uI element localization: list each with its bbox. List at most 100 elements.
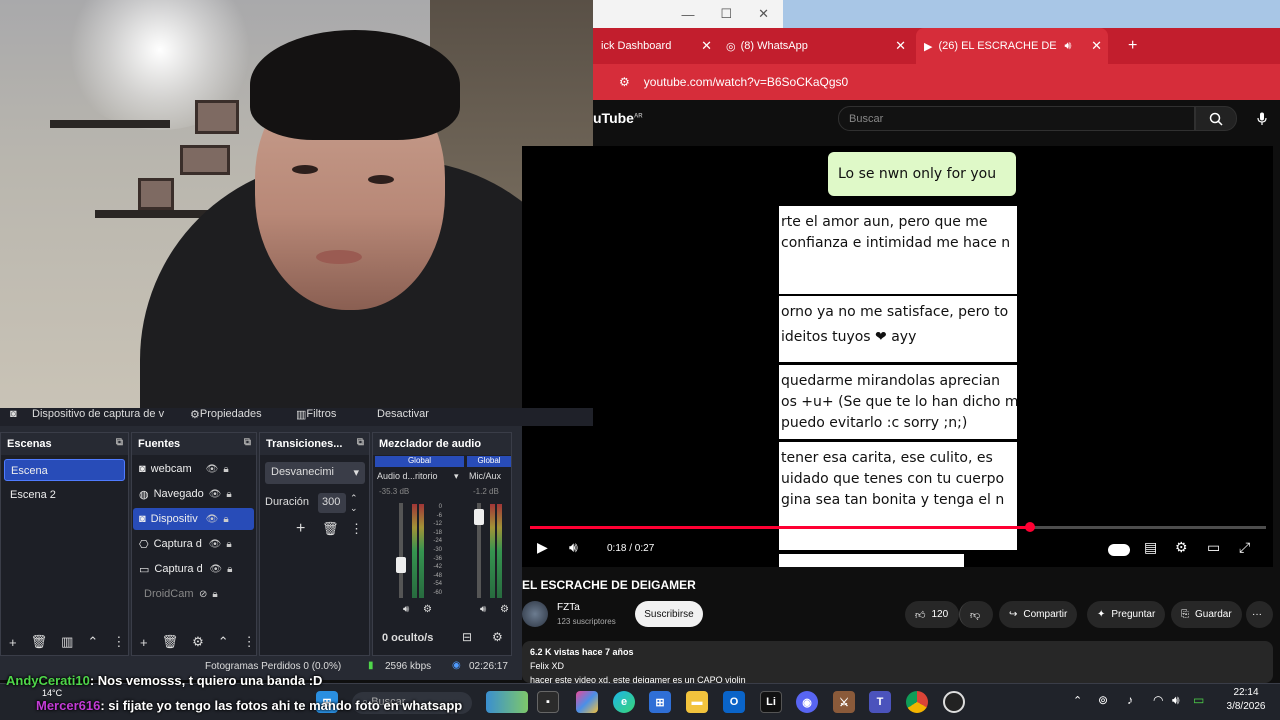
settings-icon[interactable]: ⚙ [1175, 539, 1188, 556]
tab-whatsapp[interactable]: ◎ (8) WhatsApp ✕ [718, 28, 912, 64]
lock-icon[interactable]: 🔒︎ [223, 514, 228, 525]
close-tab-icon[interactable]: ✕ [1091, 38, 1102, 54]
transition-select[interactable]: Desvanecimi ▾ [265, 462, 365, 484]
close-tab-icon[interactable]: ✕ [895, 38, 906, 54]
visibility-icon[interactable]: 👁︎ [206, 514, 219, 525]
source-item-capture-device[interactable]: ◙ Dispositiv 👁︎ 🔒︎ [133, 508, 254, 530]
play-icon[interactable]: ▶ [537, 539, 548, 556]
theater-mode-icon[interactable]: ▭ [1207, 539, 1220, 556]
lock-icon[interactable]: 🔒︎ [223, 464, 228, 475]
search-button[interactable] [1195, 106, 1237, 131]
lock-icon[interactable]: 🔒︎ [226, 539, 231, 550]
subscribe-button[interactable]: Suscribirse [635, 601, 703, 627]
ask-button[interactable]: ✦ Preguntar [1087, 601, 1166, 628]
trash-icon[interactable]: 🗑︎ [322, 521, 339, 537]
speaker-icon[interactable]: 🔊︎ [1064, 40, 1071, 53]
autoplay-toggle-icon[interactable] [1108, 544, 1130, 556]
menu-icon[interactable]: ⋮ [243, 634, 256, 650]
speaker-icon[interactable]: 🔊︎ [403, 604, 409, 615]
subtitles-icon[interactable]: ▤ [1144, 539, 1157, 556]
channel-avatar[interactable] [522, 601, 548, 627]
add-icon[interactable]: + [140, 635, 148, 650]
edge-icon[interactable]: e [613, 691, 635, 713]
game-icon[interactable]: ⚔ [833, 691, 855, 713]
source-item-browser[interactable]: ◍ Navegado 👁︎ 🔒︎ [133, 483, 254, 505]
lock-icon[interactable]: 🔒︎ [227, 564, 232, 575]
source-item-droidcam[interactable]: DroidCam ⊘ 🔒︎ [133, 583, 254, 605]
maximize-icon[interactable]: ☐ [720, 6, 732, 22]
trash-icon[interactable]: 🗑︎ [162, 634, 179, 650]
minimize-icon[interactable]: — [681, 7, 694, 22]
microphone-icon[interactable]: ♪ [1127, 693, 1133, 707]
volume-fader[interactable] [399, 503, 403, 598]
add-transition-icon[interactable]: + [296, 520, 305, 538]
lock-icon[interactable]: 🔒︎ [212, 589, 217, 600]
trash-icon[interactable]: 🗑︎ [31, 634, 48, 650]
add-icon[interactable]: + [9, 635, 17, 650]
chevron-up-icon[interactable]: ⌃ [87, 634, 98, 650]
battery-icon[interactable]: ▭ [1193, 693, 1204, 707]
mixer-layout-icon[interactable]: ⊟ [462, 630, 472, 644]
speaker-icon[interactable]: 🔊︎ [480, 604, 486, 615]
fader-knob[interactable] [396, 557, 406, 573]
menu-icon[interactable]: ⋮ [112, 634, 125, 650]
popout-icon[interactable]: ⧉ [244, 437, 251, 448]
wifi-icon[interactable]: ◠ [1153, 693, 1163, 707]
gear-icon[interactable]: ⚙ [192, 634, 204, 650]
volume-icon[interactable]: 🔊︎ [1172, 693, 1180, 708]
network-icon[interactable]: ⊚ [1098, 693, 1108, 707]
scene-item[interactable]: Escena 2 [4, 484, 125, 506]
url-text[interactable]: youtube.com/watch?v=B6SoCKaQgs0 [644, 75, 848, 89]
video-player[interactable]: Lo se nwn only for you rte el amor aun, … [522, 146, 1273, 567]
description-box[interactable]: 6.2 K vistas hace 7 años Felix XD hacer … [522, 641, 1273, 683]
chevron-up-icon[interactable]: ⌃ [1073, 694, 1082, 707]
chrome-icon[interactable] [906, 691, 928, 713]
site-info-icon[interactable]: ⚙ [619, 75, 630, 89]
source-item-game-capture[interactable]: ⎔ Captura d 👁︎ 🔒︎ [133, 533, 254, 555]
duration-input[interactable]: 300 [318, 493, 346, 513]
scene-item[interactable]: Escena [4, 459, 125, 481]
source-item-webcam[interactable]: ◙ webcam 👁︎ 🔒︎ [133, 458, 254, 480]
chevron-up-icon[interactable]: ⌃ [218, 634, 229, 650]
discord-icon[interactable]: ◉ [796, 691, 818, 713]
file-explorer-icon[interactable]: ▬ [686, 691, 708, 713]
deactivate-button[interactable]: Desactivar [377, 408, 429, 420]
voice-search-button[interactable] [1250, 106, 1274, 131]
save-button[interactable]: ⎘ Guardar [1171, 601, 1242, 628]
fader-knob[interactable] [474, 509, 484, 525]
visibility-icon[interactable]: 👁︎ [206, 464, 219, 475]
tab-dashboard[interactable]: ick Dashboard ✕ [593, 28, 718, 64]
dislike-button[interactable]: 👎︎ [959, 601, 993, 628]
channel-name[interactable]: FZTa [557, 602, 580, 613]
filter-icon[interactable]: ▥ [61, 634, 73, 650]
outlook-icon[interactable]: O [723, 691, 745, 713]
new-tab-button[interactable]: + [1120, 28, 1144, 64]
youtube-logo[interactable]: uTubeAR [593, 110, 643, 126]
like-button[interactable]: 👍︎ 120 [905, 601, 959, 628]
close-tab-icon[interactable]: ✕ [701, 38, 712, 54]
obs-icon[interactable] [943, 691, 965, 713]
more-actions-button[interactable]: ··· [1246, 601, 1273, 628]
source-item-display-capture[interactable]: ▭ Captura d 👁︎ 🔒︎ [133, 558, 254, 580]
task-view-icon[interactable]: ▪ [537, 691, 559, 713]
volume-icon[interactable]: 🔊︎ [569, 539, 578, 556]
popout-icon[interactable]: ⧉ [357, 437, 364, 448]
teams-icon[interactable]: T [869, 691, 891, 713]
filters-button[interactable]: ▥ Filtros [296, 408, 336, 421]
store-icon[interactable]: ⊞ [649, 691, 671, 713]
share-button[interactable]: ↪ Compartir [999, 601, 1078, 628]
tab-youtube[interactable]: ▶ (26) EL ESCRACHE DE DEIGA 🔊︎ ✕ [916, 28, 1108, 64]
visibility-icon[interactable]: 👁︎ [209, 564, 222, 575]
gear-icon[interactable]: ⚙ [500, 604, 509, 615]
lock-icon[interactable]: 🔒︎ [226, 489, 231, 500]
channel-menu-icon[interactable]: ▾ [454, 471, 459, 482]
taskbar-clock[interactable]: 22:14 3/8/2026 [1218, 686, 1274, 714]
search-input[interactable]: Buscar [838, 106, 1195, 131]
fullscreen-icon[interactable]: ⤢ [1239, 539, 1250, 556]
gear-icon[interactable]: ⚙ [492, 630, 503, 644]
gear-icon[interactable]: ⚙ [423, 604, 432, 615]
close-icon[interactable]: ✕ [758, 6, 769, 22]
live-app-icon[interactable]: Li [760, 691, 782, 713]
popout-icon[interactable]: ⧉ [116, 437, 123, 448]
menu-icon[interactable]: ⋮ [350, 521, 363, 537]
